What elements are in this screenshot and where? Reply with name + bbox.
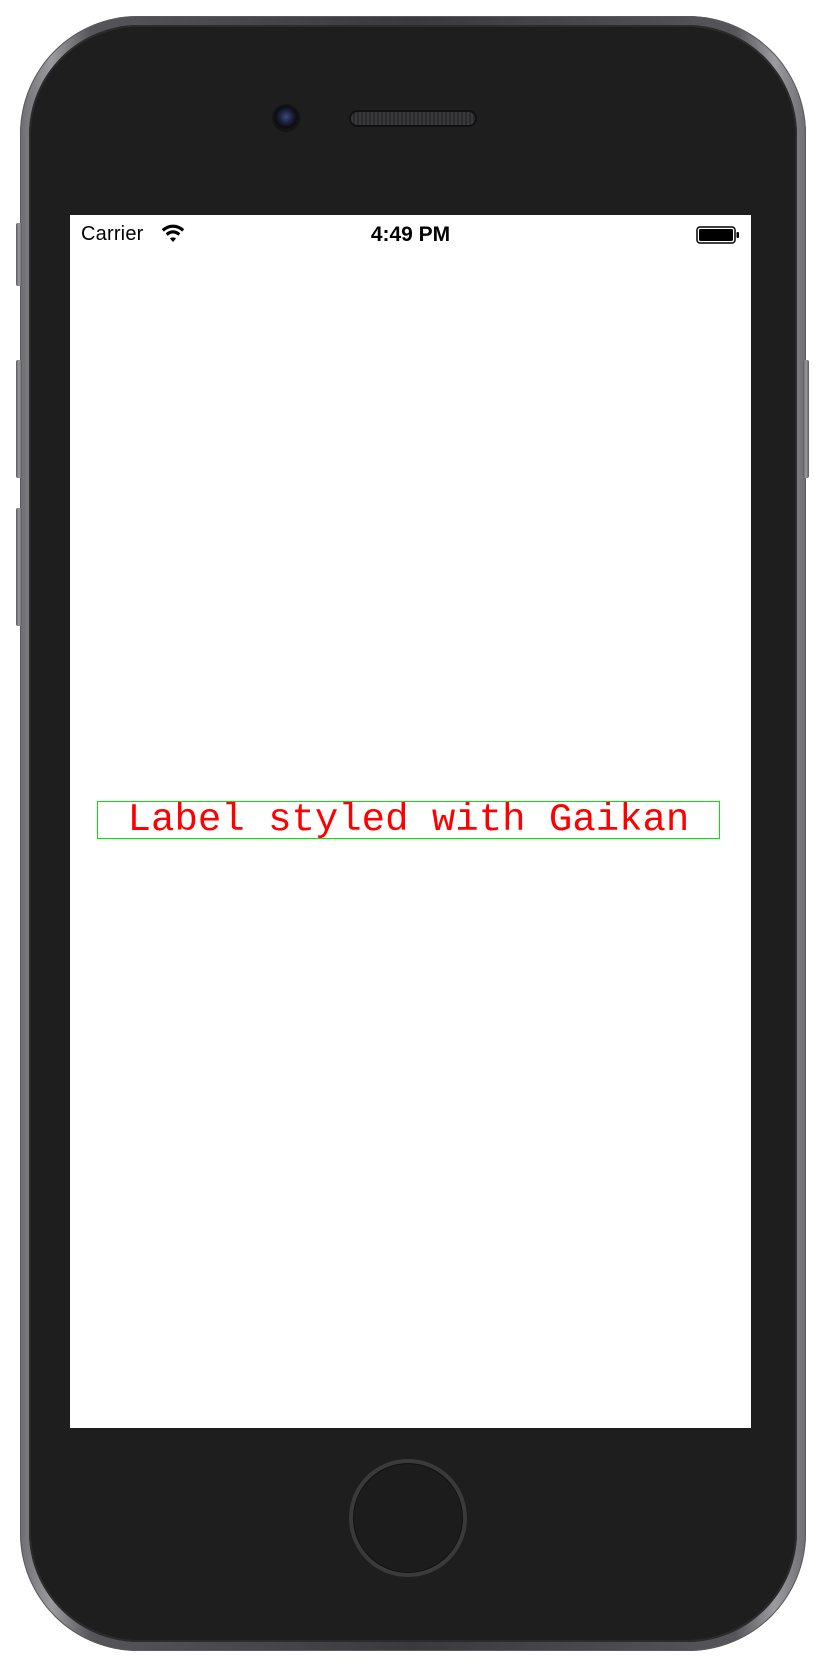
volume-down-button [16, 508, 22, 626]
home-button[interactable] [349, 1459, 467, 1577]
power-button [803, 360, 809, 478]
status-bar: Carrier 4:49 PM [70, 215, 751, 255]
battery-full-icon [696, 226, 739, 244]
app-screen: Carrier 4:49 PM Label styled with Gaikan [70, 215, 751, 1428]
front-camera [274, 106, 298, 130]
earpiece-speaker [351, 112, 475, 125]
status-time: 4:49 PM [370, 223, 451, 246]
gaikan-styled-label: Label styled with Gaikan [97, 801, 720, 839]
volume-up-button [16, 360, 22, 478]
mute-switch [16, 223, 22, 286]
